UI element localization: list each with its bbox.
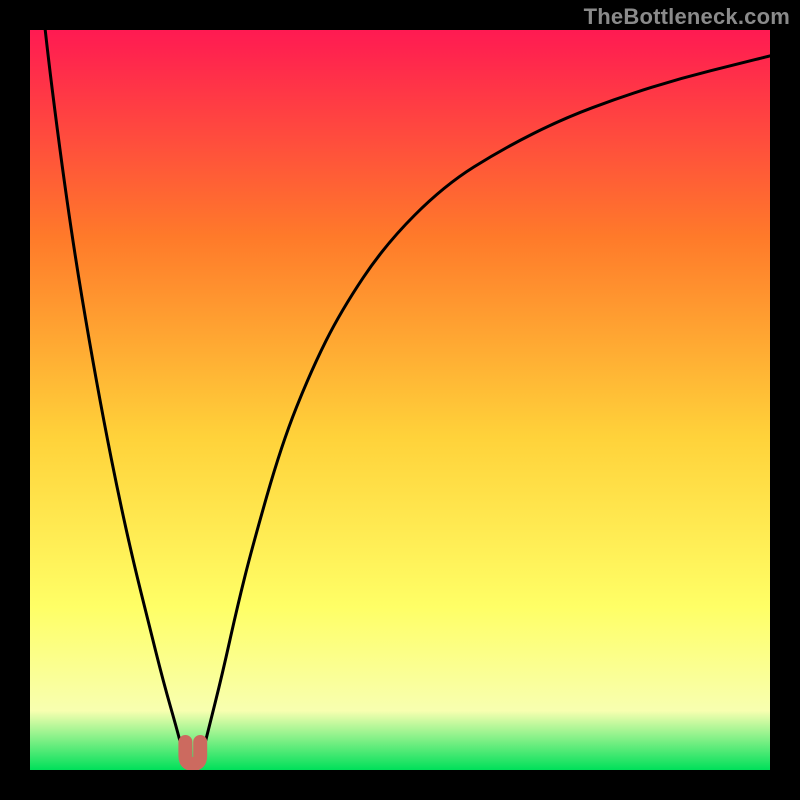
chart-frame: TheBottleneck.com bbox=[0, 0, 800, 800]
gradient-background bbox=[30, 30, 770, 770]
plot-svg bbox=[30, 30, 770, 770]
watermark-text: TheBottleneck.com bbox=[584, 4, 790, 30]
plot-area bbox=[30, 30, 770, 770]
